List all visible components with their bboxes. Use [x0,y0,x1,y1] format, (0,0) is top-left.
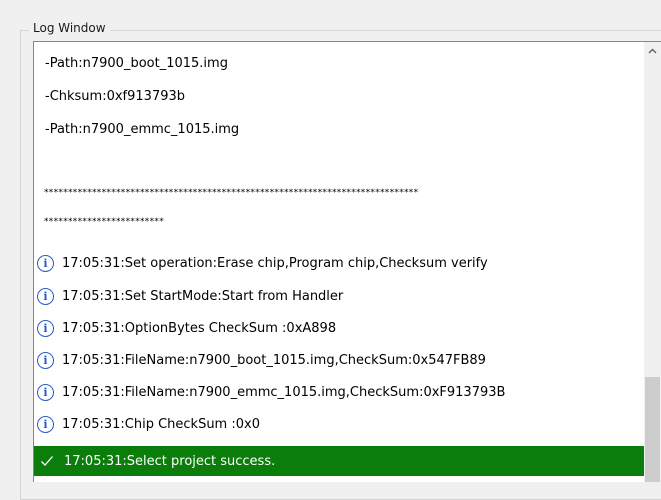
info-icon: i [37,416,54,433]
log-entry-text: 17:05:31:FileName:n7900_boot_1015.img,Ch… [62,353,486,368]
log-entry[interactable]: i 17:05:31:Set StartMode:Start from Handl… [34,280,646,313]
info-icon: i [37,320,54,337]
log-entry-text: 17:05:31:Select project success. [64,453,276,469]
log-entry[interactable]: -Path:n7900_emmc_1015.img [34,113,646,146]
log-entry-text: ****************************************… [44,187,419,198]
log-entry-text: 17:05:31:FileName:n7900_emmc_1015.img,Ch… [62,385,506,400]
log-entry-text: -Path:n7900_boot_1015.img [45,56,228,71]
log-entry[interactable]: ************************* [34,205,646,238]
log-entry[interactable]: i 17:05:31:OptionBytes CheckSum :0xA898 [34,312,646,345]
log-entry[interactable]: i 17:05:31:Chip CheckSum :0x0 [34,408,646,441]
log-entry-text: -Path:n7900_emmc_1015.img [45,122,240,137]
log-entry[interactable] [34,146,646,179]
log-entry[interactable]: 17:05:31:Select project success. [34,446,646,476]
check-icon [40,453,56,469]
info-icon: i [37,288,54,305]
chevron-up-icon [648,48,657,53]
scroll-up-button[interactable] [644,42,661,59]
log-entry[interactable]: i 17:05:31:Set operation:Erase chip,Progr… [34,247,646,280]
group-title: Log Window [29,20,110,36]
log-entry[interactable]: -Path:n7900_boot_1015.img [34,47,646,80]
log-entry-text: 17:05:31:OptionBytes CheckSum :0xA898 [62,321,337,336]
info-icon: i [37,384,54,401]
vertical-scrollbar[interactable] [644,42,661,482]
log-entry-text: 17:05:31:Chip CheckSum :0x0 [62,417,260,432]
log-list[interactable]: -Path:n7900_boot_1015.img -Chksum:0xf9137… [33,41,661,482]
log-entry-text: -Chksum:0xf913793b [45,89,186,104]
info-icon: i [37,352,54,369]
log-entry-text: 17:05:31:Set operation:Erase chip,Progra… [62,256,488,271]
log-entry[interactable]: i 17:05:31:FileName:n7900_emmc_1015.img,C… [34,376,646,409]
log-entry[interactable]: -Chksum:0xf913793b [34,80,646,113]
scroll-thumb[interactable] [645,377,660,482]
log-entry-text: 17:05:31:Set StartMode:Start from Handle… [62,289,344,304]
log-entry[interactable]: i 17:05:31:FileName:n7900_boot_1015.img,C… [34,344,646,377]
info-icon: i [37,255,54,272]
log-entry-text: ************************* [44,216,164,227]
